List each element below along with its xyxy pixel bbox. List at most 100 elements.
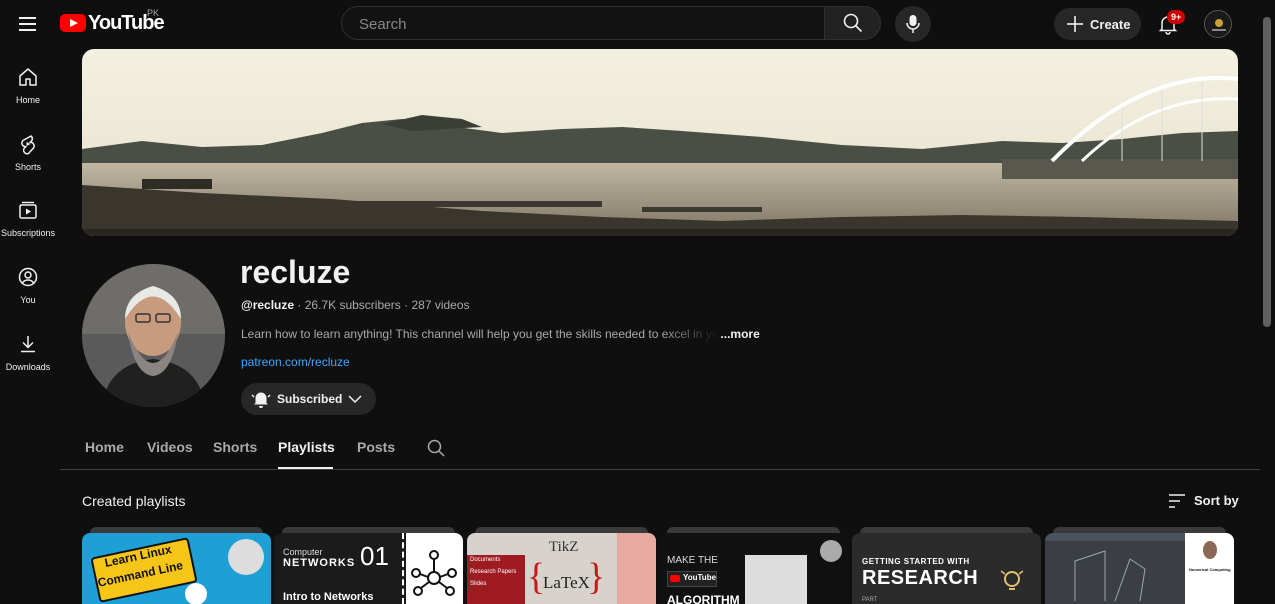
sidebar-label: Subscriptions: [0, 228, 56, 238]
sidebar-item-subscriptions[interactable]: Subscriptions: [0, 189, 56, 249]
tab-videos[interactable]: Videos: [147, 439, 193, 455]
sidebar-item-you[interactable]: You: [0, 256, 56, 316]
downloads-icon: [21, 336, 35, 353]
playlist-card[interactable]: GETTING STARTED WITH RESEARCH PART: [852, 527, 1041, 604]
description-text: Learn how to learn anything! This channe…: [241, 327, 719, 341]
plus-icon: [1067, 16, 1083, 32]
thumbnail-text: 01: [360, 541, 389, 571]
thumbnail-text: Research Papers: [470, 569, 517, 575]
sidebar-item-shorts[interactable]: Shorts: [0, 123, 56, 183]
create-button[interactable]: Create: [1054, 8, 1141, 40]
subscriber-count: 26.7K subscribers: [304, 298, 401, 312]
voice-search-button[interactable]: [895, 6, 931, 42]
network-graph-icon: [411, 550, 457, 596]
search-icon: [843, 13, 863, 33]
notification-bell-icon: [251, 392, 271, 408]
thumbnail-text: MAKE THE: [667, 555, 718, 566]
thumbnail-text: Computer: [283, 547, 323, 557]
thumbnail-text: TikZ: [549, 539, 579, 555]
thumbnail-text: RESEARCH: [862, 567, 979, 589]
sketch-drawing: [1074, 550, 1146, 602]
top-bar: YouTube PK Create 9+: [0, 0, 1275, 48]
playlist-card[interactable]: Documents Research Papers Slides TikZ { …: [467, 527, 656, 604]
lightbulb-icon: [1000, 570, 1024, 590]
thumbnail-text: PART: [862, 597, 878, 603]
channel-link[interactable]: patreon.com/recluze: [241, 355, 350, 369]
sidebar-label: Home: [15, 95, 40, 105]
playlist-thumbnail: GETTING STARTED WITH RESEARCH PART: [852, 533, 1041, 604]
tab-posts[interactable]: Posts: [357, 439, 395, 455]
toolbar-strip: [1045, 533, 1185, 541]
subscriptions-icon: [19, 201, 37, 219]
account-avatar[interactable]: [1204, 10, 1232, 38]
playlist-thumbnail: MAKE THE YouTube ALGORITHM: [659, 533, 848, 604]
channel-meta: @recluze · 26.7K subscribers · 287 video…: [241, 298, 470, 312]
youtube-play-icon: [60, 14, 86, 32]
playlist-card[interactable]: MAKE THE YouTube ALGORITHM: [659, 527, 848, 604]
channel-description[interactable]: Learn how to learn anything! This channe…: [241, 327, 760, 341]
thumbnail-text: Documents: [470, 557, 501, 563]
slide-panel: Numerical Computing: [1185, 533, 1234, 604]
thumbnail-text: Intro to Networks: [283, 591, 374, 603]
linux-logo-icon: [185, 583, 207, 604]
channel-search-icon[interactable]: [427, 439, 445, 457]
shorts-icon: [21, 135, 35, 155]
home-icon: [19, 68, 37, 86]
microphone-icon: [906, 15, 920, 33]
machine-graphic: [745, 555, 807, 604]
sidebar-label: Shorts: [14, 162, 41, 172]
active-tab-indicator: [278, 467, 333, 469]
playlist-card[interactable]: Computer NETWORKS 01 Intro to Networks: [274, 527, 463, 604]
sidebar-label: You: [20, 295, 36, 305]
channel-tabs: Home Videos Shorts Playlists Posts: [60, 429, 1260, 470]
section-title: Created playlists: [82, 493, 186, 509]
playlist-thumbnail: Documents Research Papers Slides TikZ { …: [467, 533, 656, 604]
you-icon: [18, 267, 38, 287]
thumbnail-text: NETWORKS: [283, 557, 356, 569]
playlist-thumbnail: Computer NETWORKS 01 Intro to Networks: [274, 533, 463, 604]
more-link[interactable]: ...more: [720, 327, 759, 341]
subscribed-label: Subscribed: [277, 392, 343, 406]
menu-icon[interactable]: [17, 13, 39, 35]
search-box: [341, 6, 825, 40]
thumbnail-text: GETTING STARTED WITH: [862, 557, 970, 566]
playlist-card[interactable]: Numerical Computing: [1045, 527, 1234, 604]
sidebar-label: Downloads: [5, 362, 51, 372]
meta-separator: ·: [297, 298, 302, 312]
sidebar-item-home[interactable]: Home: [0, 56, 56, 116]
presenter-photo: [228, 539, 264, 575]
channel-avatar[interactable]: [82, 264, 225, 407]
thumbnail-text: Slides: [470, 581, 487, 587]
tab-home[interactable]: Home: [85, 439, 124, 455]
tab-playlists[interactable]: Playlists: [278, 439, 335, 455]
account-avatar-image: [1205, 11, 1231, 37]
country-code: PK: [147, 8, 160, 18]
presenter-photo: [820, 540, 842, 562]
thumbnail-text: ALGORITHM: [667, 593, 740, 604]
search-input[interactable]: [357, 15, 801, 34]
playlist-card[interactable]: Learn Linux Command Line: [82, 527, 271, 604]
search-button[interactable]: [824, 6, 881, 40]
channel-name: recluze: [240, 254, 351, 290]
banner-lake-image: [82, 49, 1238, 236]
channel-avatar-photo: [82, 264, 225, 407]
chevron-down-icon: [348, 395, 362, 404]
network-diagram-panel: [406, 533, 463, 604]
channel-handle: @recluze: [241, 298, 295, 312]
playlist-thumbnail: Learn Linux Command Line: [82, 533, 271, 604]
thumbnail-text: YouTube: [683, 573, 717, 582]
video-count: 287 videos: [411, 298, 470, 312]
meta-separator: ·: [404, 298, 409, 312]
thumbnail-paper-edge: [617, 533, 656, 604]
sort-icon: [1169, 494, 1185, 508]
channel-banner: [82, 49, 1238, 236]
notification-badge: 9+: [1167, 10, 1186, 24]
subscribed-button[interactable]: Subscribed: [241, 383, 376, 415]
thumbnail-text: Numerical Computing: [1189, 567, 1231, 572]
page-scrollbar[interactable]: [1262, 14, 1272, 604]
sidebar-item-downloads[interactable]: Downloads: [0, 323, 56, 383]
tab-shorts[interactable]: Shorts: [213, 439, 257, 455]
thumbnail-text: LaTeX: [543, 573, 590, 592]
scrollbar-thumb[interactable]: [1263, 17, 1271, 327]
playlist-thumbnail: Numerical Computing: [1045, 533, 1234, 604]
